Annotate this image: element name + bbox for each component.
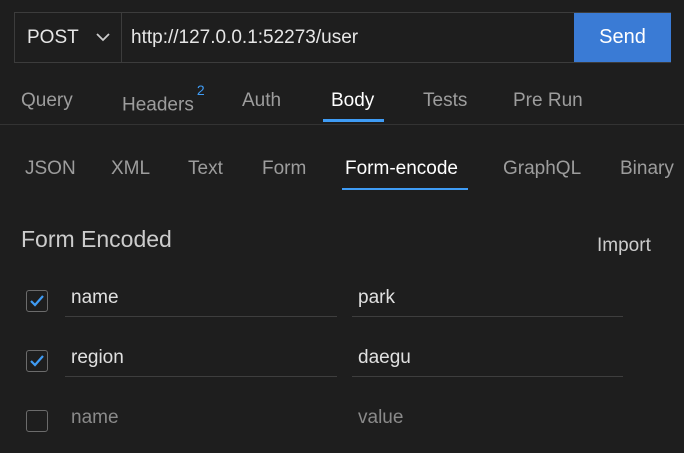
tab-pre-run[interactable]: Pre Run bbox=[513, 90, 583, 112]
tab-label: Body bbox=[331, 90, 375, 111]
send-button[interactable]: Send bbox=[574, 13, 671, 62]
tab-form[interactable]: Form bbox=[262, 158, 306, 180]
value-input[interactable]: daegu bbox=[352, 343, 623, 377]
value-input[interactable]: value bbox=[352, 403, 623, 437]
tab-label: Pre Run bbox=[513, 90, 583, 111]
checkmark-icon bbox=[30, 355, 44, 367]
checkmark-icon bbox=[30, 295, 44, 307]
tab-label: Tests bbox=[423, 90, 468, 111]
method-select[interactable]: POST bbox=[15, 13, 122, 62]
method-label: POST bbox=[27, 26, 79, 48]
row-checkbox[interactable] bbox=[26, 350, 48, 372]
tab-body[interactable]: Body bbox=[331, 90, 374, 112]
tab-headers[interactable]: Headers2 bbox=[122, 82, 205, 116]
form-row-new: name value bbox=[0, 403, 684, 453]
tab-graphql[interactable]: GraphQL bbox=[503, 158, 581, 180]
tab-query[interactable]: Query bbox=[21, 90, 73, 112]
row-checkbox[interactable] bbox=[26, 410, 48, 432]
chevron-down-icon bbox=[96, 33, 110, 42]
url-input[interactable] bbox=[123, 13, 573, 62]
tab-tests[interactable]: Tests bbox=[423, 90, 467, 112]
form-row: region daegu bbox=[0, 343, 684, 393]
import-button[interactable]: Import bbox=[597, 235, 651, 257]
tab-form-encode[interactable]: Form-encode bbox=[345, 158, 458, 180]
tab-json[interactable]: JSON bbox=[25, 158, 76, 180]
form-row: name park bbox=[0, 283, 684, 333]
active-body-tab-indicator bbox=[342, 188, 468, 190]
request-bar: POST Send bbox=[14, 12, 671, 63]
tab-label: Headers bbox=[122, 94, 194, 116]
key-input[interactable]: name bbox=[65, 283, 337, 317]
row-checkbox[interactable] bbox=[26, 290, 48, 312]
active-tab-indicator bbox=[323, 119, 384, 122]
tab-auth[interactable]: Auth bbox=[242, 90, 281, 112]
value-input[interactable]: park bbox=[352, 283, 623, 317]
tab-xml[interactable]: XML bbox=[111, 158, 150, 180]
request-tabs: Query Headers2 Auth Body Tests Pre Run bbox=[0, 82, 684, 125]
headers-count-badge: 2 bbox=[196, 82, 205, 98]
tab-label: Auth bbox=[242, 90, 282, 111]
tab-text[interactable]: Text bbox=[188, 158, 223, 180]
key-input[interactable]: region bbox=[65, 343, 337, 377]
tab-binary[interactable]: Binary bbox=[620, 158, 674, 180]
key-input[interactable]: name bbox=[65, 403, 337, 437]
section-title: Form Encoded bbox=[21, 226, 172, 252]
tab-label: Query bbox=[21, 90, 73, 111]
